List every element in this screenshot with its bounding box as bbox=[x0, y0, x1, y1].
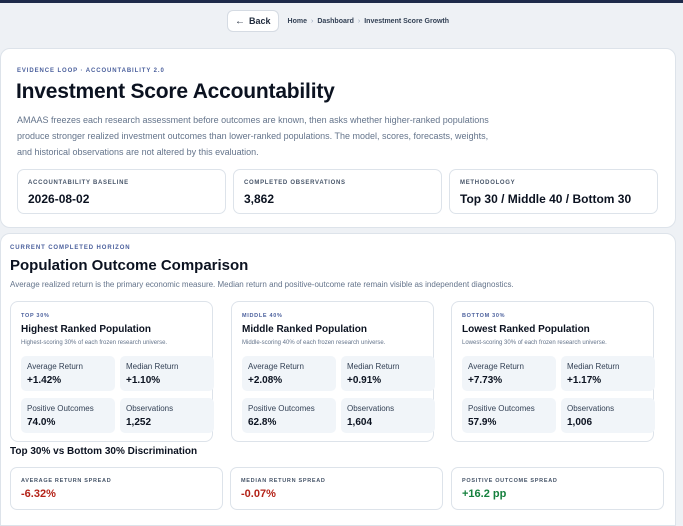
metric-label: Positive Outcomes bbox=[27, 404, 94, 413]
stat-label: ACCOUNTABILITY BASELINE bbox=[28, 180, 129, 186]
metric-median-return: Median Return +0.91% bbox=[341, 356, 435, 391]
stat-accountability-baseline: ACCOUNTABILITY BASELINE 2026-08-02 bbox=[17, 169, 226, 214]
metric-label: Median Return bbox=[347, 362, 400, 371]
stat-label: COMPLETED OBSERVATIONS bbox=[244, 180, 346, 186]
metric-value: 62.8% bbox=[248, 417, 277, 428]
population-comparison-card: CURRENT COMPLETED HORIZON Population Out… bbox=[0, 233, 676, 526]
population-tag: BOTTOM 30% bbox=[462, 313, 506, 319]
metric-observations: Observations 1,252 bbox=[120, 398, 214, 433]
accountability-header-card: EVIDENCE LOOP · ACCOUNTABILITY 2.0 Inves… bbox=[0, 48, 676, 228]
metric-median-return: Median Return +1.10% bbox=[120, 356, 214, 391]
metric-value: +2.08% bbox=[248, 375, 283, 386]
stat-value: Top 30 / Middle 40 / Bottom 30 bbox=[460, 192, 632, 206]
stat-completed-observations: COMPLETED OBSERVATIONS 3,862 bbox=[233, 169, 442, 214]
population-description: Highest-scoring 30% of each frozen resea… bbox=[21, 340, 168, 346]
population-card-top: TOP 30% Highest Ranked Population Highes… bbox=[10, 301, 214, 442]
comparison-subtitle: Average realized return is the primary e… bbox=[10, 280, 514, 289]
metric-average-return: Average Return +2.08% bbox=[242, 356, 336, 391]
stat-value: 2026-08-02 bbox=[28, 192, 90, 206]
population-card-middle: MIDDLE 40% Middle Ranked Population Midd… bbox=[231, 301, 435, 442]
spread-label: POSITIVE OUTCOME SPREAD bbox=[462, 478, 558, 484]
metric-label: Average Return bbox=[468, 362, 524, 371]
population-tag: MIDDLE 40% bbox=[242, 313, 283, 319]
metric-label: Positive Outcomes bbox=[468, 404, 535, 413]
back-button-label: Back bbox=[249, 16, 271, 26]
description-line: AMAAS freezes each research assessment b… bbox=[17, 115, 489, 125]
arrow-left-icon: ← bbox=[235, 15, 245, 27]
metric-value: +1.10% bbox=[126, 375, 161, 386]
metric-value: +1.42% bbox=[27, 375, 62, 386]
metric-label: Positive Outcomes bbox=[248, 404, 315, 413]
metric-value: +0.91% bbox=[347, 375, 382, 386]
spread-average-return: AVERAGE RETURN SPREAD -6.32% bbox=[10, 467, 223, 510]
metric-label: Median Return bbox=[126, 362, 179, 371]
population-title: Middle Ranked Population bbox=[242, 324, 368, 335]
metric-label: Observations bbox=[567, 404, 615, 413]
description-line: and historical observations are not alte… bbox=[17, 147, 259, 157]
breadcrumb-home[interactable]: Home bbox=[288, 18, 307, 25]
metric-value: 57.9% bbox=[468, 417, 497, 428]
metric-observations: Observations 1,604 bbox=[341, 398, 435, 433]
population-description: Middle-scoring 40% of each frozen resear… bbox=[242, 340, 386, 346]
navigation-bar: ← Back Home › Dashboard › Investment Sco… bbox=[227, 10, 449, 32]
stat-value: 3,862 bbox=[244, 192, 275, 206]
comparison-eyebrow: CURRENT COMPLETED HORIZON bbox=[10, 245, 131, 251]
metric-average-return: Average Return +7.73% bbox=[462, 356, 556, 391]
population-description: Lowest-scoring 30% of each frozen resear… bbox=[462, 340, 607, 346]
comparison-title: Population Outcome Comparison bbox=[10, 257, 249, 274]
breadcrumb-current: Investment Score Growth bbox=[364, 17, 450, 25]
metric-value: 1,252 bbox=[126, 417, 152, 428]
spread-median-return: MEDIAN RETURN SPREAD -0.07% bbox=[230, 467, 443, 510]
population-title: Highest Ranked Population bbox=[21, 324, 152, 335]
metric-positive-outcomes: Positive Outcomes 74.0% bbox=[21, 398, 115, 433]
spread-value: -6.32% bbox=[21, 488, 56, 500]
page-title: Investment Score Accountability bbox=[16, 80, 335, 103]
metric-value: +7.73% bbox=[468, 375, 503, 386]
metric-value: 74.0% bbox=[27, 417, 56, 428]
breadcrumb-separator: › bbox=[310, 17, 314, 25]
metric-label: Average Return bbox=[248, 362, 304, 371]
metric-positive-outcomes: Positive Outcomes 62.8% bbox=[242, 398, 336, 433]
metric-observations: Observations 1,006 bbox=[561, 398, 655, 433]
metric-positive-outcomes: Positive Outcomes 57.9% bbox=[462, 398, 556, 433]
spread-label: MEDIAN RETURN SPREAD bbox=[241, 478, 326, 484]
metric-average-return: Average Return +1.42% bbox=[21, 356, 115, 391]
breadcrumb-dashboard[interactable]: Dashboard bbox=[317, 18, 354, 25]
metric-label: Observations bbox=[347, 404, 395, 413]
stat-label: METHODOLOGY bbox=[460, 180, 516, 186]
discrimination-title: Top 30% vs Bottom 30% Discrimination bbox=[10, 446, 198, 457]
description-line: produce stronger realized investment out… bbox=[17, 131, 489, 141]
breadcrumb: Home › Dashboard › Investment Score Grow… bbox=[288, 18, 450, 25]
back-button[interactable]: ← Back bbox=[227, 10, 279, 32]
spread-positive-outcome: POSITIVE OUTCOME SPREAD +16.2 pp bbox=[451, 467, 664, 510]
metric-label: Observations bbox=[126, 404, 174, 413]
page-description: AMAAS freezes each research assessment b… bbox=[17, 112, 489, 160]
breadcrumb-separator: › bbox=[357, 17, 361, 25]
population-title: Lowest Ranked Population bbox=[462, 324, 590, 335]
metric-value: 1,006 bbox=[567, 417, 593, 428]
spread-value: +16.2 pp bbox=[462, 488, 507, 500]
metric-value: 1,604 bbox=[347, 417, 373, 428]
stat-methodology: METHODOLOGY Top 30 / Middle 40 / Bottom … bbox=[449, 169, 658, 214]
header-eyebrow: EVIDENCE LOOP · ACCOUNTABILITY 2.0 bbox=[17, 68, 165, 74]
top-accent-bar bbox=[0, 0, 683, 3]
population-card-bottom: BOTTOM 30% Lowest Ranked Population Lowe… bbox=[451, 301, 655, 442]
metric-median-return: Median Return +1.17% bbox=[561, 356, 655, 391]
metric-value: +1.17% bbox=[567, 375, 602, 386]
metric-label: Median Return bbox=[567, 362, 620, 371]
metric-label: Average Return bbox=[27, 362, 83, 371]
population-tag: TOP 30% bbox=[21, 313, 50, 319]
spread-label: AVERAGE RETURN SPREAD bbox=[21, 478, 112, 484]
spread-value: -0.07% bbox=[241, 488, 276, 500]
